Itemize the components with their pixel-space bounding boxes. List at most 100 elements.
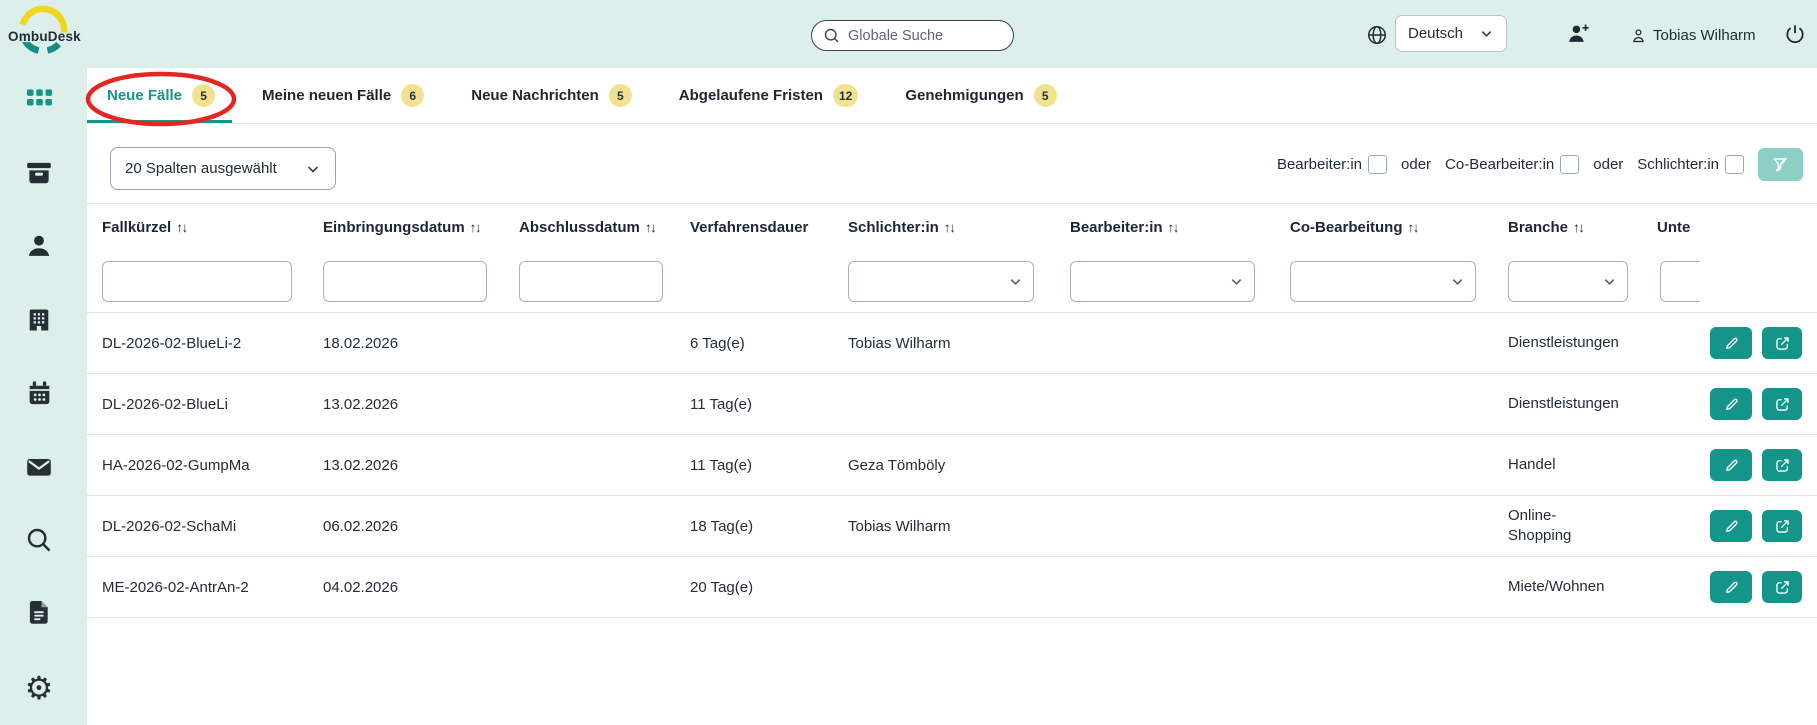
open-external-icon: [1773, 578, 1792, 597]
cell-fallkuerzel: DL-2026-02-SchaMi: [102, 517, 237, 535]
pencil-icon: [1722, 517, 1741, 536]
pencil-icon: [1722, 395, 1741, 414]
filter-input-einbringungsdatum[interactable]: [323, 260, 487, 302]
sidebar-item-inbox[interactable]: [22, 158, 56, 192]
sidebar-item-documents[interactable]: [22, 597, 56, 631]
cell-branche: Handel: [1508, 456, 1556, 473]
col-header-schlichter[interactable]: Schlichter:in ↑↓: [848, 219, 1070, 236]
cell-schlichter: Tobias Wilharm: [848, 334, 951, 352]
user-icon: [1630, 27, 1647, 44]
sort-icon[interactable]: ↑↓: [944, 220, 956, 235]
open-case-button[interactable]: [1762, 571, 1802, 603]
table-row[interactable]: DL-2026-02-BlueLi-2 18.02.2026 6 Tag(e) …: [87, 313, 1817, 374]
bearbeiter-filter-label: Bearbeiter:in: [1276, 155, 1363, 173]
open-case-button[interactable]: [1762, 388, 1802, 420]
global-search-input[interactable]: [848, 27, 1035, 44]
main-content: Neue Fälle 5 Meine neuen Fälle 6 Neue Na…: [85, 68, 1817, 725]
app-logo[interactable]: OmbuDesk: [8, 5, 97, 63]
filter-select-co-bearbeitung[interactable]: [1290, 260, 1476, 302]
open-case-button[interactable]: [1762, 510, 1802, 542]
col-header-bearbeiter[interactable]: Bearbeiter:in ↑↓: [1070, 219, 1290, 236]
col-header-co-bearbeitung[interactable]: Co-Bearbeitung ↑↓: [1290, 219, 1508, 236]
bearbeiter-checkbox[interactable]: [1368, 154, 1388, 174]
edit-case-button[interactable]: [1710, 571, 1752, 603]
sort-icon[interactable]: ↑↓: [1408, 220, 1420, 235]
sort-icon[interactable]: ↑↓: [1168, 220, 1180, 235]
cases-table: Fallkürzel ↑↓ Einbringungsdatum ↑↓ Abschlu…: [87, 204, 1817, 618]
tab-meine-neuen-faelle[interactable]: Meine neuen Fälle 6: [242, 68, 441, 123]
col-header-abschlussdatum[interactable]: Abschlussdatum ↑↓: [519, 219, 690, 236]
tab-abgelaufene-fristen[interactable]: Abgelaufene Fristen 12: [659, 68, 876, 123]
col-header-einbringungsdatum[interactable]: Einbringungsdatum ↑↓: [323, 219, 519, 236]
filter-select-bearbeiter[interactable]: [1070, 260, 1255, 302]
person-icon: [24, 231, 54, 266]
open-case-button[interactable]: [1762, 327, 1802, 359]
open-external-icon: [1773, 395, 1792, 414]
cell-schlichter: Tobias Wilharm: [848, 517, 951, 535]
sidebar-item-person[interactable]: [22, 231, 56, 265]
language-select[interactable]: Deutsch: [1395, 15, 1507, 52]
filter-input-fallkuerzel[interactable]: [102, 260, 292, 302]
cell-einbringungsdatum: 18.02.2026: [323, 334, 399, 352]
table-row[interactable]: DL-2026-02-BlueLi 13.02.2026 11 Tag(e) D…: [87, 374, 1817, 435]
cell-fallkuerzel: DL-2026-02-BlueLi: [102, 395, 228, 413]
columns-select-label: 20 Spalten ausgewählt: [125, 160, 277, 177]
filter-select-schlichter[interactable]: [848, 260, 1034, 302]
cell-branche: Online-Shopping: [1508, 507, 1572, 544]
or-label: oder: [1593, 155, 1624, 173]
tab-label: Genehmigungen: [905, 87, 1024, 104]
global-search: [811, 20, 1035, 51]
edit-case-button[interactable]: [1710, 510, 1752, 542]
sort-icon[interactable]: ↑↓: [645, 220, 657, 235]
logout-power-icon[interactable]: [1784, 23, 1806, 45]
sidebar-item-mail[interactable]: [22, 452, 56, 486]
chevron-down-icon: [1479, 26, 1494, 41]
clear-filter-button[interactable]: [1758, 147, 1803, 181]
tab-neue-nachrichten[interactable]: Neue Nachrichten 5: [451, 68, 649, 123]
edit-case-button[interactable]: [1710, 449, 1752, 481]
tab-count-badge: 6: [401, 84, 425, 107]
sort-icon[interactable]: ↑↓: [1573, 220, 1585, 235]
schlichter-checkbox[interactable]: [1725, 154, 1744, 174]
sidebar-item-apps[interactable]: [22, 83, 56, 117]
tab-genehmigungen[interactable]: Genehmigungen 5: [885, 68, 1073, 123]
schlichter-filter-label: Schlichter:in: [1637, 155, 1719, 173]
tab-label: Meine neuen Fälle: [262, 87, 392, 104]
co-bearbeiter-checkbox[interactable]: [1560, 154, 1580, 174]
search-icon: [24, 525, 54, 560]
open-case-button[interactable]: [1762, 449, 1802, 481]
language-globe-icon[interactable]: [1366, 24, 1388, 46]
table-header-row: Fallkürzel ↑↓ Einbringungsdatum ↑↓ Abschlu…: [87, 204, 1817, 250]
tab-count-badge: 5: [608, 84, 632, 107]
cell-branche: Miete/Wohnen: [1508, 578, 1605, 595]
current-user[interactable]: Tobias Wilharm: [1630, 24, 1756, 46]
edit-case-button[interactable]: [1710, 327, 1752, 359]
sidebar-item-calendar[interactable]: [22, 379, 56, 413]
tab-label: Neue Nachrichten: [471, 87, 599, 104]
gear-icon: ⚙: [24, 670, 54, 706]
sidebar-item-organization[interactable]: [22, 305, 56, 339]
filter-select-branche[interactable]: [1508, 260, 1628, 302]
chevron-down-icon: [1229, 274, 1244, 289]
col-header-branche[interactable]: Branche ↑↓: [1508, 219, 1657, 236]
filter-input-abschlussdatum[interactable]: [519, 260, 663, 302]
columns-select[interactable]: 20 Spalten ausgewählt: [110, 147, 336, 190]
sidebar-item-settings[interactable]: ⚙: [22, 671, 56, 705]
table-row[interactable]: ME-2026-02-AntrAn-2 04.02.2026 20 Tag(e)…: [87, 557, 1817, 618]
col-header-fallkuerzel[interactable]: Fallkürzel ↑↓: [102, 219, 323, 236]
sort-icon[interactable]: ↑↓: [470, 220, 482, 235]
or-label: oder: [1401, 155, 1432, 173]
filter-input-unternehmen[interactable]: [1660, 260, 1700, 302]
cell-einbringungsdatum: 13.02.2026: [323, 456, 399, 474]
cell-einbringungsdatum: 04.02.2026: [323, 578, 399, 596]
sidebar-item-search[interactable]: [22, 525, 56, 559]
tab-neue-faelle[interactable]: Neue Fälle 5: [87, 68, 233, 123]
cell-verfahrensdauer: 6 Tag(e): [690, 334, 745, 352]
tab-count-badge: 5: [192, 84, 216, 107]
sidebar: ⚙: [0, 0, 87, 725]
table-row[interactable]: HA-2026-02-GumpMa 13.02.2026 11 Tag(e) G…: [87, 435, 1817, 496]
add-user-button[interactable]: [1566, 21, 1591, 46]
edit-case-button[interactable]: [1710, 388, 1752, 420]
table-row[interactable]: DL-2026-02-SchaMi 06.02.2026 18 Tag(e) T…: [87, 496, 1817, 557]
sort-icon[interactable]: ↑↓: [176, 220, 188, 235]
